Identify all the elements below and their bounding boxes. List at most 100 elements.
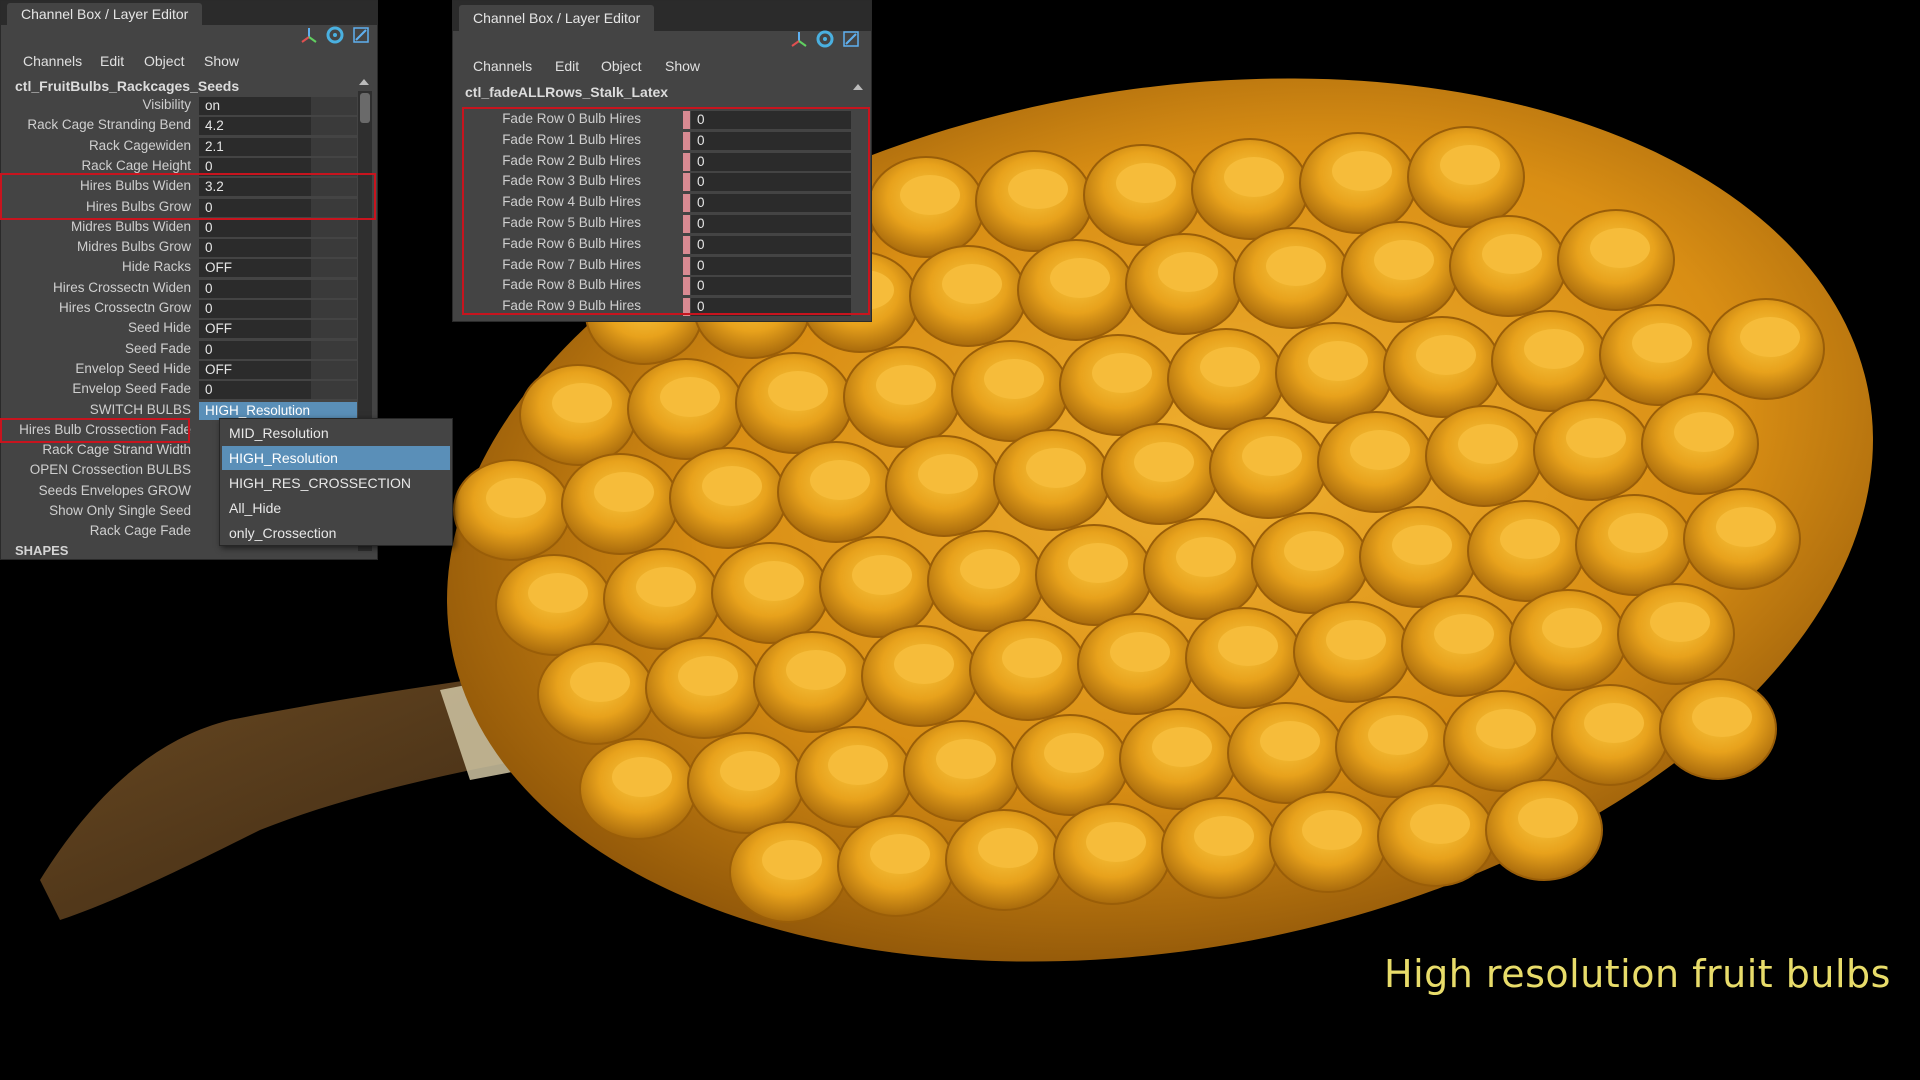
channel-value-field[interactable]: 0 [691,215,851,233]
scroll-up-arrow[interactable] [359,79,369,85]
menu-object[interactable]: Object [144,53,184,69]
channel-row[interactable]: Rack Cage Height 0 [1,157,361,177]
channel-value-field[interactable]: 0 [691,111,851,129]
channel-row[interactable]: Seed Hide OFF [1,319,361,339]
channel-value-field[interactable]: 0 [199,198,357,217]
channel-value-field[interactable]: 0 [199,340,357,359]
channel-label[interactable]: Fade Row 1 Bulb Hires [502,132,641,147]
channel-label[interactable]: Fade Row 8 Bulb Hires [502,277,641,292]
channel-row[interactable]: Fade Row 7 Bulb Hires 0 [453,256,863,276]
node-name[interactable]: ctl_fadeALLRows_Stalk_Latex [465,84,668,100]
channel-row[interactable]: Envelop Seed Hide OFF [1,360,361,380]
channel-label[interactable]: Hires Bulbs Grow [86,199,191,214]
channel-value-field[interactable]: HIGH_Resolution [199,401,357,420]
channel-value-field[interactable]: 2.1 [199,137,357,156]
channel-label[interactable]: Hide Racks [122,259,191,274]
channel-row[interactable]: Fade Row 9 Bulb Hires 0 [453,297,863,317]
channel-value-field[interactable]: 0 [691,277,851,296]
channel-row[interactable]: Hires Crossectn Widen 0 [1,279,361,299]
channel-label[interactable]: Fade Row 9 Bulb Hires [502,298,641,313]
switch-bulbs-dropdown[interactable]: MID_Resolution HIGH_Resolution HIGH_RES_CR… [219,418,453,546]
channel-row[interactable]: Fade Row 2 Bulb Hires 0 [453,152,863,172]
channel-label[interactable]: Hires Crossectn Widen [53,280,191,295]
channel-row[interactable]: Fade Row 1 Bulb Hires 0 [453,131,863,151]
channel-value-field[interactable]: 0 [691,256,851,275]
expand-icon[interactable] [351,25,371,45]
menu-edit[interactable]: Edit [555,58,579,74]
channel-row[interactable]: Fade Row 4 Bulb Hires 0 [453,193,863,213]
channel-row[interactable]: Hide Racks OFF [1,258,361,278]
channel-value-field[interactable]: 0 [199,300,357,318]
channel-value-field[interactable]: 0 [691,173,851,192]
channel-label[interactable]: Hires Crossectn Grow [59,300,191,315]
menu-show[interactable]: Show [665,58,700,74]
channel-value-field[interactable]: 0 [199,239,357,258]
expand-icon[interactable] [841,29,861,49]
channel-label[interactable]: Fade Row 5 Bulb Hires [502,215,641,230]
channel-row[interactable]: Fade Row 3 Bulb Hires 0 [453,172,863,192]
channel-value-field[interactable]: 0 [691,298,851,317]
section-shapes[interactable]: SHAPES [15,543,68,558]
channel-value-field[interactable]: OFF [199,320,357,339]
menu-edit[interactable]: Edit [100,53,124,69]
channel-label[interactable]: Fade Row 4 Bulb Hires [502,194,641,209]
dropdown-option[interactable]: All_Hide [222,496,450,520]
channel-row[interactable]: Hires Bulbs Widen 3.2 [1,177,361,197]
channel-row[interactable]: Fade Row 0 Bulb Hires 0 [453,110,863,130]
channel-value-field[interactable]: OFF [199,259,357,278]
dropdown-option[interactable]: MID_Resolution [222,421,450,445]
channel-row[interactable]: Fade Row 8 Bulb Hires 0 [453,276,863,296]
channel-label[interactable]: Visibility [142,97,191,112]
channel-row[interactable]: Seed Fade 0 [1,340,361,360]
channel-row[interactable]: Envelop Seed Fade 0 [1,380,361,400]
channel-label[interactable]: Fade Row 2 Bulb Hires [502,153,641,168]
channel-value-field[interactable]: 0 [691,235,851,254]
channel-label[interactable]: Hires Bulb Crossection Fade [19,422,191,437]
channel-label[interactable]: Rack Cage Height [81,158,191,173]
channel-value-field[interactable]: 0 [691,131,851,150]
channel-label[interactable]: Envelop Seed Fade [72,381,191,396]
channel-label[interactable]: Hires Bulbs Widen [80,178,191,193]
channel-row[interactable]: Hires Bulbs Grow 0 [1,198,361,218]
sync-icon[interactable] [325,25,345,45]
channel-row[interactable]: Rack Cage Stranding Bend 4.2 [1,116,361,136]
scroll-up-arrow[interactable] [853,84,863,90]
channel-label[interactable]: SWITCH BULBS [90,402,191,417]
channel-value-field[interactable]: 0 [691,194,851,213]
channel-row[interactable]: Fade Row 6 Bulb Hires 0 [453,235,863,255]
channel-label[interactable]: Rack Cage Stranding Bend [27,117,191,132]
channel-label[interactable]: OPEN Crossection BULBS [30,462,191,477]
channel-label[interactable]: Rack Cage Strand Width [42,442,191,457]
channel-label[interactable]: Rack Cage Fade [90,523,191,538]
channel-value-field[interactable]: 0 [199,218,357,237]
channel-label[interactable]: Fade Row 7 Bulb Hires [502,257,641,272]
channel-value-field[interactable]: 0 [199,279,357,298]
menu-object[interactable]: Object [601,58,641,74]
channel-label[interactable]: Fade Row 3 Bulb Hires [502,173,641,188]
channel-row[interactable]: Visibility on [1,96,361,116]
channel-value-field[interactable]: on [199,97,357,115]
channel-row[interactable]: Midres Bulbs Grow 0 [1,238,361,258]
channel-label[interactable]: Show Only Single Seed [49,503,191,518]
channel-label[interactable]: Envelop Seed Hide [75,361,191,376]
channel-label[interactable]: Midres Bulbs Grow [77,239,191,254]
scroll-thumb[interactable] [360,93,370,123]
channel-value-field[interactable]: 0 [691,152,851,171]
channel-label[interactable]: Fade Row 6 Bulb Hires [502,236,641,251]
channel-value-field[interactable]: 0 [199,381,357,400]
channel-value-field[interactable]: 0 [199,157,357,176]
channel-row[interactable]: Hires Crossectn Grow 0 [1,299,361,319]
axis-icon[interactable] [789,29,809,49]
node-name[interactable]: ctl_FruitBulbs_Rackcages_Seeds [15,78,239,94]
channel-label[interactable]: Rack Cagewiden [89,138,191,153]
channel-value-field[interactable]: 3.2 [199,178,357,197]
axis-icon[interactable] [299,25,319,45]
dropdown-option[interactable]: HIGH_RES_CROSSECTION [222,471,450,495]
tab-channel-box[interactable]: Channel Box / Layer Editor [459,5,655,31]
menu-show[interactable]: Show [204,53,239,69]
sync-icon[interactable] [815,29,835,49]
channel-row[interactable]: Fade Row 5 Bulb Hires 0 [453,214,863,234]
channel-label[interactable]: Fade Row 0 Bulb Hires [502,111,641,126]
dropdown-option[interactable]: HIGH_Resolution [222,446,450,470]
menu-channels[interactable]: Channels [23,53,82,69]
